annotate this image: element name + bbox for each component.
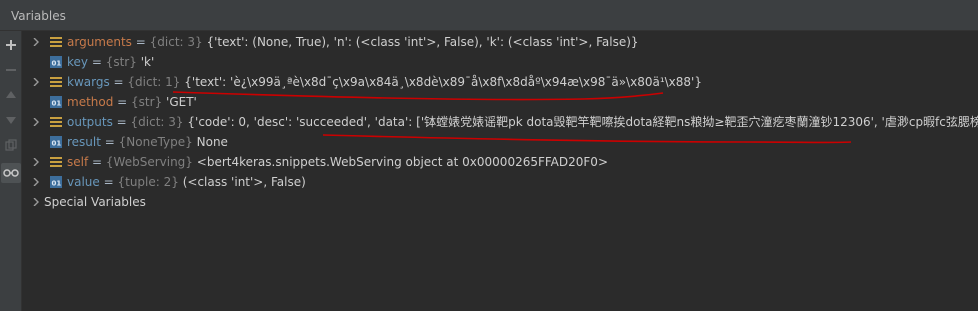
variable-type: {WebServing} bbox=[105, 155, 193, 169]
variable-value: 'k' bbox=[140, 55, 155, 69]
variable-name: arguments bbox=[67, 35, 132, 49]
svg-text:01: 01 bbox=[52, 180, 62, 188]
minus-icon bbox=[6, 69, 16, 71]
copy-icon bbox=[5, 139, 17, 151]
glasses-icon bbox=[3, 169, 19, 177]
special-variables-label: Special Variables bbox=[44, 195, 146, 209]
expand-arrow-icon[interactable] bbox=[32, 118, 40, 126]
variable-name: value bbox=[67, 175, 100, 189]
variables-toolbar bbox=[0, 31, 22, 311]
variables-tree: arguments = {dict: 3} {'text': (None, Tr… bbox=[23, 31, 978, 311]
arrow-up-icon bbox=[6, 91, 16, 98]
variable-name: result bbox=[67, 135, 101, 149]
remove-watch-button[interactable] bbox=[1, 60, 21, 80]
variable-name: kwargs bbox=[67, 75, 110, 89]
variable-name: key bbox=[67, 55, 89, 69]
svg-text:01: 01 bbox=[52, 60, 62, 68]
dict-icon bbox=[50, 157, 62, 167]
move-up-button[interactable] bbox=[1, 85, 21, 105]
show-watches-button[interactable] bbox=[1, 163, 21, 183]
variable-type: {dict: 3} bbox=[149, 35, 203, 49]
field-icon: 01 bbox=[50, 96, 62, 108]
variable-value: 'GET' bbox=[166, 95, 197, 109]
expand-arrow-icon[interactable] bbox=[32, 178, 40, 186]
variable-type: {str} bbox=[105, 55, 137, 69]
expand-arrow-icon[interactable] bbox=[32, 198, 40, 206]
variable-type: {dict: 1} bbox=[127, 75, 181, 89]
panel-title: Variables bbox=[11, 9, 66, 23]
variable-type: {dict: 3} bbox=[130, 115, 184, 129]
expand-arrow-icon[interactable] bbox=[32, 158, 40, 166]
variable-value: <bert4keras.snippets.WebServing object a… bbox=[196, 155, 608, 169]
add-watch-button[interactable] bbox=[1, 35, 21, 55]
field-icon: 01 bbox=[50, 176, 62, 188]
expand-arrow-icon[interactable] bbox=[32, 38, 40, 46]
variable-type: {NoneType} bbox=[118, 135, 193, 149]
dict-icon bbox=[50, 117, 62, 127]
variable-value: {'text': (None, True), 'n': (<class 'int… bbox=[206, 35, 639, 49]
svg-text:01: 01 bbox=[52, 100, 62, 108]
variable-type: {str} bbox=[131, 95, 163, 109]
copy-button[interactable] bbox=[1, 135, 21, 155]
variable-value: (<class 'int'>, False) bbox=[182, 175, 306, 189]
red-annotation-underline-kwargs bbox=[172, 91, 664, 101]
field-icon: 01 bbox=[50, 56, 62, 68]
red-annotation-underline-outputs bbox=[322, 134, 852, 144]
variables-panel-header: Variables bbox=[0, 0, 978, 31]
svg-text:01: 01 bbox=[52, 140, 62, 148]
variable-type: {tuple: 2} bbox=[117, 175, 179, 189]
variable-value: None bbox=[196, 135, 228, 149]
variable-value: {'text': 'è¿\x99ä¸ªè\x8d¯ç\x9a\x84ä¸\x8d… bbox=[184, 75, 702, 89]
variable-name: self bbox=[67, 155, 89, 169]
variable-name: method bbox=[67, 95, 114, 109]
plus-icon bbox=[6, 40, 16, 50]
dict-icon bbox=[50, 77, 62, 87]
variable-value: {'code': 0, 'desc': 'succeeded', 'data':… bbox=[187, 115, 978, 129]
arrow-down-icon bbox=[6, 117, 16, 124]
move-down-button[interactable] bbox=[1, 110, 21, 130]
field-icon: 01 bbox=[50, 136, 62, 148]
variable-name: outputs bbox=[67, 115, 113, 129]
dict-icon bbox=[50, 37, 62, 47]
expand-arrow-icon[interactable] bbox=[32, 78, 40, 86]
